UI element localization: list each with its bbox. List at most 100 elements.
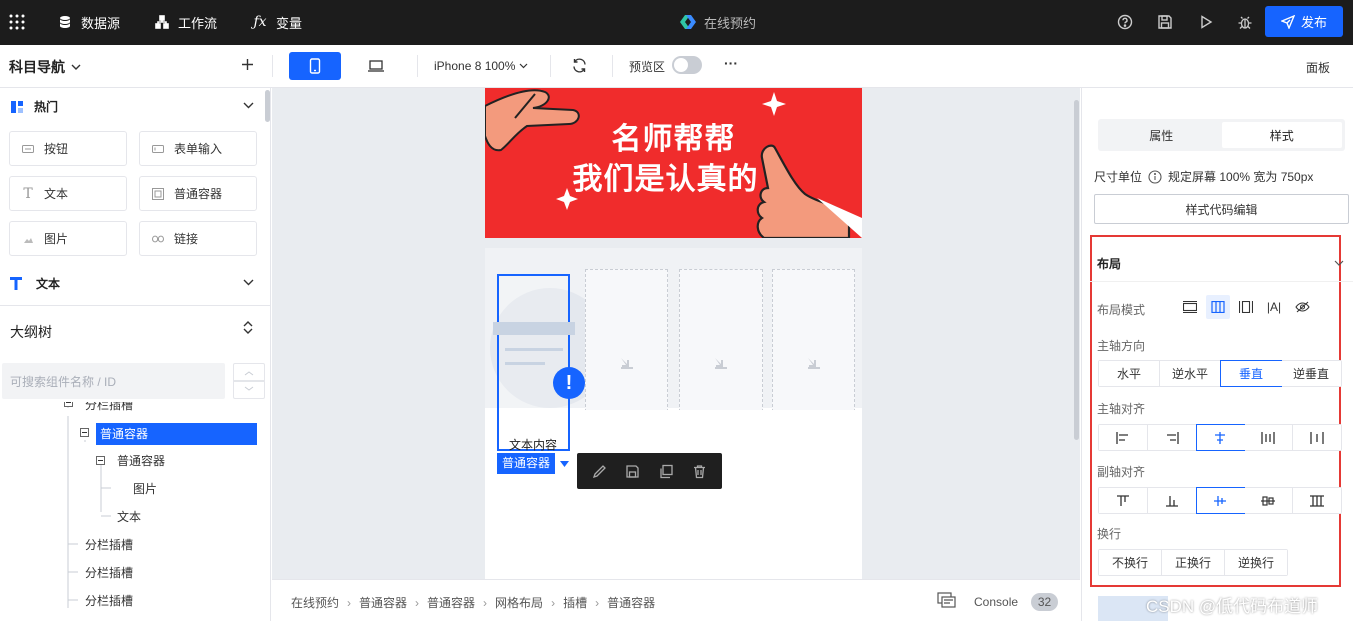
chevron-down-icon[interactable] [243,279,254,286]
tree-node[interactable]: 分栏插槽 [85,592,133,610]
breadcrumb-item[interactable]: 插槽 [563,594,587,611]
tab-properties[interactable]: 属性 [1101,122,1222,148]
tree-node[interactable]: 普通容器 [117,452,165,470]
wrap-reverse[interactable]: 逆换行 [1225,550,1287,575]
align-end-icon[interactable] [1147,425,1197,450]
tree-node[interactable]: 分栏插槽 [85,536,133,554]
main-direction-label: 主轴方向 [1097,339,1146,353]
text-section-header[interactable]: 文本 [10,275,60,292]
hot-section-header[interactable]: 热门 [10,98,58,115]
align-center-icon[interactable] [1195,424,1246,451]
flex-mode-icon[interactable] [1206,295,1230,319]
breadcrumb-item[interactable]: 普通容器 [427,594,475,611]
collapse-icon[interactable] [96,456,105,465]
chevron-down-icon[interactable] [1334,260,1344,266]
debug-icon[interactable] [1237,14,1253,30]
cross-start-icon[interactable] [1099,488,1148,513]
component-link[interactable]: 链接 [139,221,257,256]
menu-variable[interactable]: ƒx 变量 [250,12,302,32]
block-mode-icon[interactable] [1178,295,1202,319]
mobile-view-button[interactable] [289,52,341,80]
play-icon[interactable] [1198,14,1214,30]
search-input[interactable]: 可搜索组件名称 / ID [2,363,225,399]
inline-mode-icon[interactable]: |A| [1262,295,1286,319]
tree-node[interactable]: 分栏插槽 [85,402,133,414]
tree-node[interactable]: 文本 [117,508,141,526]
cross-end-icon[interactable] [1147,488,1197,513]
alert-icon[interactable]: ! [553,367,585,399]
component-button[interactable]: 按钮 [9,131,127,166]
console-icon[interactable] [937,592,957,608]
component-image[interactable]: 图片 [9,221,127,256]
preview-toggle[interactable] [672,56,702,74]
chevron-updown-icon[interactable] [243,321,253,334]
selected-container[interactable]: 文本内容 [493,274,575,453]
menu-workflow[interactable]: 工作流 [152,12,217,32]
breadcrumb-item[interactable]: 网格布局 [495,594,543,611]
plus-icon[interactable] [241,58,254,71]
align-space-around-icon[interactable] [1293,425,1341,450]
canvas-scrollbar[interactable] [1074,100,1079,440]
breadcrumb-item[interactable]: 普通容器 [359,594,407,611]
wrap-wrap[interactable]: 正换行 [1162,550,1225,575]
component-text[interactable]: T 文本 [9,176,127,211]
console-label[interactable]: Console [974,595,1018,609]
device-select[interactable]: iPhone 8 100% [434,59,528,73]
chevron-down-icon[interactable] [243,102,254,109]
nav-title-dropdown[interactable]: 科目导航 [9,57,81,77]
collapse-icon[interactable] [80,428,89,437]
size-unit-row: 尺寸单位 规定屏幕 100% 宽为 750px [1094,168,1313,185]
text-content[interactable]: 文本内容 [509,436,557,453]
database-icon [55,12,75,32]
breadcrumb-item[interactable]: 在线预约 [291,594,339,611]
more-button[interactable]: ··· [724,55,738,71]
panel-button[interactable]: 面板 [1306,59,1330,76]
component-container[interactable]: 普通容器 [139,176,257,211]
tree-node-selected[interactable]: 普通容器 [96,423,257,445]
save-icon[interactable] [1157,14,1173,30]
align-start-icon[interactable] [1099,425,1148,450]
breadcrumb-item[interactable]: 普通容器 [607,594,655,611]
save-icon[interactable] [625,464,640,479]
banner-image[interactable]: 名师帮帮 我们是认真的 [485,88,862,238]
chevron-right-icon: › [415,595,420,610]
tab-style[interactable]: 样式 [1221,122,1342,148]
cross-center-icon[interactable] [1195,487,1246,514]
grid-icon[interactable] [8,13,26,31]
copy-icon[interactable] [659,464,674,479]
desktop-view-button[interactable] [356,52,396,80]
hot-section-title: 热门 [34,100,59,114]
watermark: CSDN @低代码布道师 [1146,597,1319,616]
component-form-input[interactable]: 表单输入 [139,131,257,166]
caret-down-icon[interactable] [560,461,569,467]
selected-tag[interactable]: 普通容器 [497,453,555,474]
left-scrollbar[interactable] [265,90,270,122]
menu-datasource[interactable]: 数据源 [55,12,120,32]
line-placeholder [505,362,545,365]
hidden-mode-icon[interactable] [1290,295,1314,319]
tree-node[interactable]: 图片 [133,480,157,498]
layout-title: 布局 [1097,257,1122,271]
image-icon [22,233,34,245]
collapse-icon[interactable] [64,402,73,407]
wrap-nowrap[interactable]: 不换行 [1099,550,1162,575]
inline-block-mode-icon[interactable] [1234,295,1258,319]
publish-button[interactable]: 发布 [1265,6,1343,37]
search-stepper[interactable] [233,363,265,399]
cross-stretch-icon[interactable] [1293,488,1341,513]
phone-frame: 名师帮帮 我们是认真的 文本内容 ! 普通容器 [485,88,862,579]
info-icon[interactable] [1148,169,1162,184]
direction-vertical[interactable]: 垂直 [1220,360,1282,387]
direction-horizontal[interactable]: 水平 [1099,361,1160,386]
help-icon[interactable] [1117,14,1133,30]
style-code-edit-button[interactable]: 样式代码编辑 [1094,194,1349,224]
align-space-between-icon[interactable] [1244,425,1294,450]
cross-baseline-icon[interactable] [1244,488,1294,513]
delete-icon[interactable] [692,464,707,479]
layout-mode-group: |A| [1178,295,1314,319]
refresh-icon[interactable] [571,57,588,74]
edit-icon[interactable] [592,464,607,479]
direction-horizontal-reverse[interactable]: 逆水平 [1160,361,1221,386]
tree-node[interactable]: 分栏插槽 [85,564,133,582]
direction-vertical-reverse[interactable]: 逆垂直 [1281,361,1341,386]
